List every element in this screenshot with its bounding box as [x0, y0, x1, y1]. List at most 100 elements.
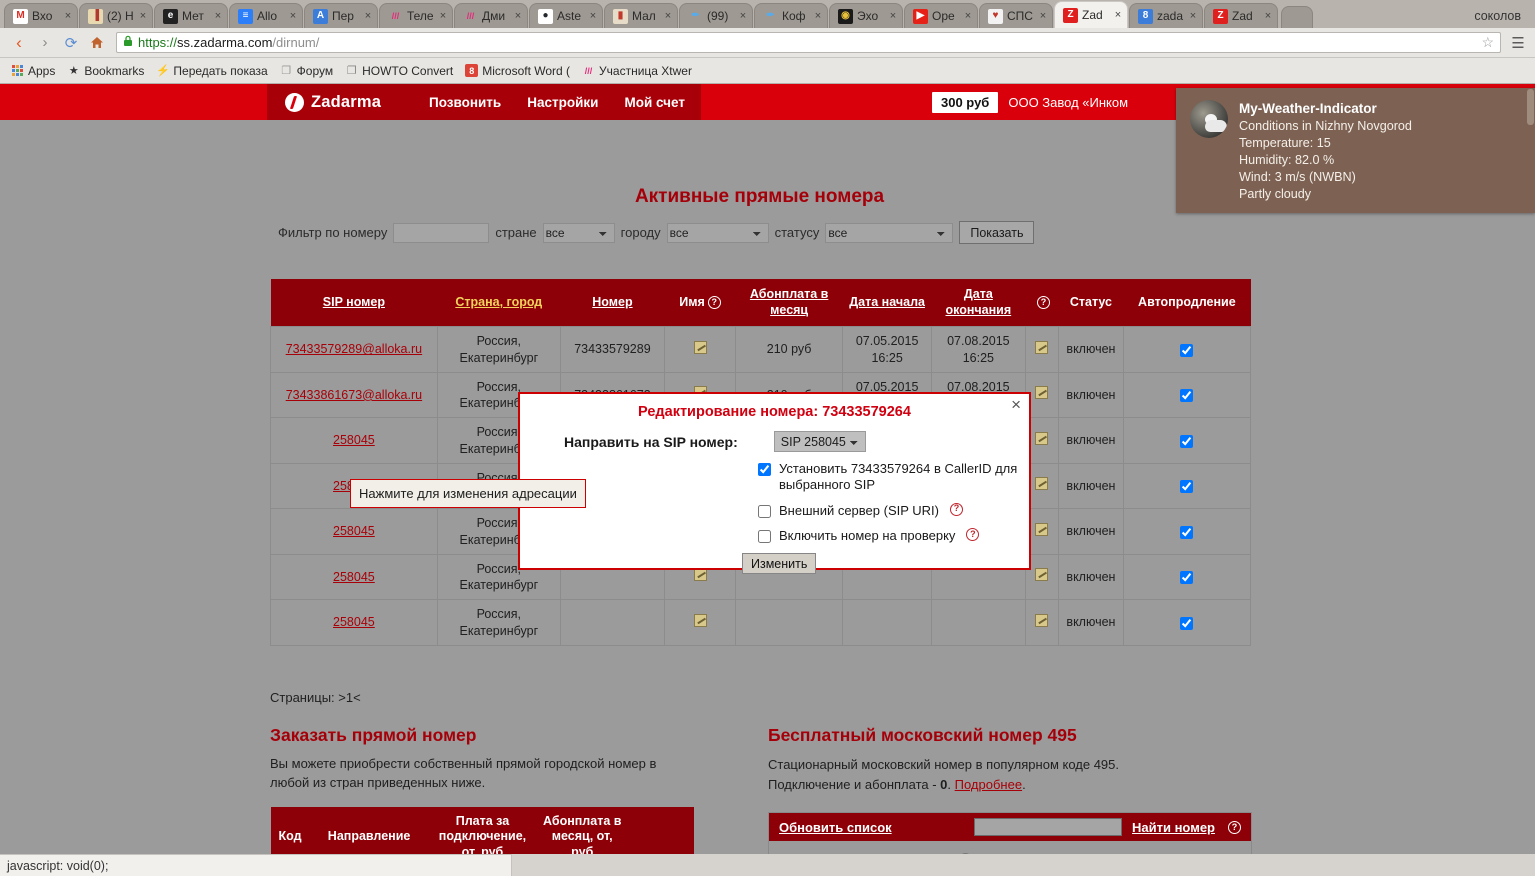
cell-name[interactable]	[664, 599, 736, 646]
col-date-end[interactable]: Дата окончания	[931, 279, 1026, 327]
cell-sip[interactable]: 73433579289@alloka.ru	[270, 326, 438, 373]
tab-close-icon[interactable]: ×	[63, 10, 73, 22]
address-bar[interactable]: https://ss.zadarma.com/dirnum/ ☆	[116, 32, 1501, 53]
submit-change-button[interactable]: Изменить	[742, 553, 817, 574]
new-tab-button[interactable]	[1281, 6, 1313, 28]
tab-close-icon[interactable]: ×	[138, 10, 148, 22]
find-number-link[interactable]: Найти номер	[1132, 820, 1215, 835]
cell-note[interactable]	[1024, 326, 1060, 373]
bookmark-item[interactable]: ❐ Форум	[275, 62, 338, 80]
bookmark-item[interactable]: 8 Microsoft Word (	[460, 62, 575, 80]
bookmark-item[interactable]: ⚡ Передать показа	[151, 62, 272, 80]
note-icon[interactable]	[1035, 431, 1049, 445]
nav-item-settings[interactable]: Настройки	[527, 95, 598, 110]
show-button[interactable]: Показать	[959, 221, 1035, 244]
bookmark-item[interactable]: /// Участница Xtwer	[577, 62, 697, 80]
cell-autorenew[interactable]	[1122, 553, 1252, 601]
cell-autorenew[interactable]	[1122, 462, 1252, 510]
browser-tab[interactable]: ♥ СПС ×	[979, 3, 1053, 28]
nav-item-call[interactable]: Позвонить	[429, 95, 501, 110]
moscow-number-option[interactable]: +74952041369	[769, 849, 1251, 854]
help-icon-external[interactable]: ?	[950, 502, 963, 516]
weather-scrollbar[interactable]	[1527, 89, 1534, 125]
filter-number-input[interactable]	[393, 222, 490, 243]
cell-sip[interactable]: 258045	[270, 508, 438, 555]
autorenew-checkbox[interactable]	[1180, 616, 1194, 630]
tab-close-icon[interactable]: ×	[963, 10, 973, 22]
balance-amount[interactable]: 300 руб	[932, 91, 999, 113]
browser-tab[interactable]: ▐ (2) Н ×	[79, 3, 153, 28]
tab-close-icon[interactable]: ×	[513, 10, 523, 22]
tab-close-icon[interactable]: ×	[813, 10, 823, 22]
checkbox-callerid[interactable]	[758, 463, 771, 476]
tab-close-icon[interactable]: ×	[663, 10, 673, 22]
pagination[interactable]: Страницы: >1<	[270, 690, 361, 705]
browser-tab[interactable]: ≡ Allo ×	[229, 3, 303, 28]
note-icon[interactable]	[693, 613, 707, 627]
note-icon[interactable]	[1035, 477, 1049, 491]
tab-close-icon[interactable]: ×	[1038, 10, 1048, 22]
col-date-end-label[interactable]: Дата окончания	[946, 287, 1012, 317]
col-country-city-label[interactable]: Страна, город	[455, 295, 542, 309]
col-sip[interactable]: SIP номер	[270, 279, 438, 327]
sip-link[interactable]: 73433579289@alloka.ru	[286, 342, 422, 356]
sip-link[interactable]: 258045	[333, 615, 375, 629]
cell-sip[interactable]: 73433861673@alloka.ru	[270, 371, 438, 419]
checkbox-external[interactable]	[758, 504, 771, 518]
col-fee-label[interactable]: Абонплата в месяц	[750, 287, 828, 317]
checkbox-external-row[interactable]: Внешний сервер (SIP URI) ?	[520, 502, 1029, 519]
browser-tab[interactable]: ✒ (99) ×	[679, 3, 753, 28]
note-icon[interactable]	[1035, 386, 1049, 400]
browser-tab[interactable]: /// Теле ×	[379, 3, 453, 28]
nav-item-account[interactable]: Мой счет	[624, 95, 684, 110]
moscow-number-radio[interactable]	[959, 853, 972, 854]
browser-tab[interactable]: ✒ Коф ×	[754, 3, 828, 28]
tab-close-icon[interactable]: ×	[1263, 10, 1273, 22]
cell-autorenew[interactable]	[1122, 326, 1252, 373]
bookmark-item[interactable]: ★ Bookmarks	[62, 62, 149, 80]
forward-arrow-icon[interactable]: ›	[34, 32, 56, 54]
sip-link[interactable]: 258045	[333, 570, 375, 584]
autorenew-checkbox[interactable]	[1180, 389, 1194, 403]
browser-tab[interactable]: A Пер ×	[304, 3, 378, 28]
col-date-start-label[interactable]: Дата начала	[849, 295, 925, 309]
browser-tab[interactable]: Z Zad ×	[1204, 3, 1278, 28]
hamburger-menu-icon[interactable]: ☰	[1509, 34, 1527, 52]
note-icon[interactable]	[1035, 568, 1049, 582]
note-icon[interactable]	[693, 340, 707, 354]
browser-profile-user[interactable]: соколов	[1466, 9, 1535, 28]
site-logo[interactable]: Zadarma	[267, 84, 419, 120]
checkbox-verify[interactable]	[758, 529, 771, 543]
browser-tab[interactable]: /// Дми ×	[454, 3, 528, 28]
bookmark-item[interactable]: Apps	[6, 62, 60, 80]
help-icon-name[interactable]: ?	[707, 296, 721, 310]
tab-close-icon[interactable]: ×	[288, 10, 298, 22]
tab-close-icon[interactable]: ×	[363, 10, 373, 22]
tab-close-icon[interactable]: ×	[738, 10, 748, 22]
help-icon-find[interactable]: ?	[1228, 820, 1241, 834]
browser-tab[interactable]: ▶ Оре ×	[904, 3, 978, 28]
cell-note[interactable]	[1024, 599, 1060, 646]
filter-city-select[interactable]: все	[666, 222, 769, 243]
browser-tab[interactable]: ▮ Мал ×	[604, 3, 678, 28]
home-icon[interactable]	[86, 32, 108, 54]
col-number-label[interactable]: Номер	[592, 295, 632, 309]
note-icon[interactable]	[1035, 522, 1049, 536]
col-number[interactable]: Номер	[560, 279, 665, 327]
cell-name[interactable]	[664, 326, 736, 373]
sip-link[interactable]: 258045	[333, 524, 375, 538]
col-sip-label[interactable]: SIP номер	[323, 295, 385, 309]
browser-tab[interactable]: ◉ Эхо ×	[829, 3, 903, 28]
note-icon[interactable]	[1035, 340, 1049, 354]
browser-tab[interactable]: M Вхо ×	[4, 3, 78, 28]
close-icon[interactable]: ×	[1011, 396, 1021, 413]
moscow-search-input[interactable]	[974, 818, 1122, 836]
browser-tab[interactable]: ● Aste ×	[529, 3, 603, 28]
cell-autorenew[interactable]	[1122, 371, 1252, 419]
checkbox-callerid-row[interactable]: Установить 73433579264 в CallerID для вы…	[520, 461, 1029, 494]
cell-sip[interactable]: 258045	[270, 599, 438, 646]
cell-autorenew[interactable]	[1122, 417, 1252, 464]
cell-autorenew[interactable]	[1122, 508, 1252, 555]
browser-tab[interactable]: 8 zada ×	[1129, 3, 1203, 28]
tab-close-icon[interactable]: ×	[588, 10, 598, 22]
